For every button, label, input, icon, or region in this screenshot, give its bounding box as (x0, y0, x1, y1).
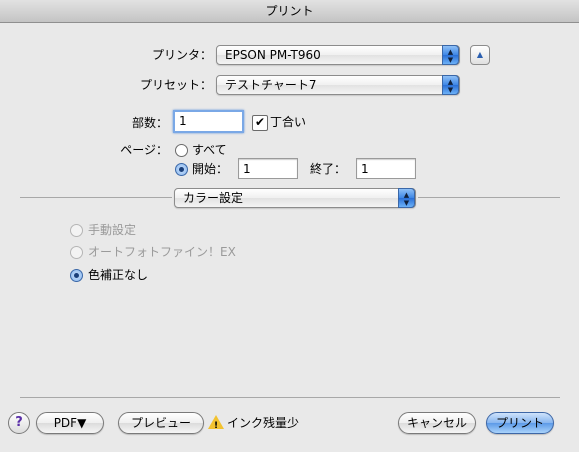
color-option-label: 手動設定 (88, 223, 137, 237)
collate-checkbox[interactable]: ✔ (252, 115, 268, 131)
popup-arrows-icon: ▲ ▼ (398, 188, 415, 208)
ink-warning-text: インク残量少 (227, 416, 300, 430)
preset-value: テストチャート7 (225, 78, 317, 92)
copies-field[interactable]: 1 (173, 110, 244, 133)
color-option-label: オートフォトファイン！EX (88, 245, 236, 259)
pages-range-radio[interactable] (175, 163, 188, 176)
color-option-radio[interactable] (70, 269, 83, 282)
pages-from-label: 開始： (192, 162, 229, 176)
warning-icon: ! (208, 415, 224, 431)
preset-label: プリセット： (139, 78, 212, 92)
pdf-button[interactable]: PDF▼ (36, 412, 104, 434)
collate-label: 丁合い (270, 115, 307, 129)
cancel-button[interactable]: キャンセル (398, 412, 476, 434)
preview-button[interactable]: プレビュー (118, 412, 204, 434)
preset-popup[interactable]: テストチャート7 ▲ ▼ (216, 75, 460, 95)
print-dialog: プリント プリンタ： EPSON PM-T960 ▲ ▼ ▲ プリセット： テスト… (0, 0, 579, 452)
panel-value: カラー設定 (183, 191, 244, 205)
pages-to-field[interactable]: 1 (356, 158, 416, 179)
color-option-radio[interactable] (70, 224, 83, 237)
help-button[interactable]: ? (8, 412, 30, 434)
popup-arrows-icon: ▲ ▼ (442, 45, 459, 65)
printer-label: プリンタ： (151, 48, 212, 62)
printer-value: EPSON PM-T960 (225, 48, 321, 62)
printer-popup[interactable]: EPSON PM-T960 ▲ ▼ (216, 45, 460, 65)
window-title: プリント (0, 0, 579, 23)
popup-arrows-icon: ▲ ▼ (442, 75, 459, 95)
pages-from-field[interactable]: 1 (238, 158, 298, 179)
divider-right (418, 197, 560, 198)
color-option-radio[interactable] (70, 246, 83, 259)
pages-all-label: すべて (192, 143, 227, 157)
pages-to-label: 終了： (310, 162, 347, 176)
pages-all-radio[interactable] (175, 144, 188, 157)
copies-label: 部数： (131, 116, 168, 130)
disclosure-triangle-button[interactable]: ▲ (470, 45, 490, 65)
color-option-label: 色補正なし (88, 268, 149, 282)
print-button[interactable]: プリント (486, 412, 554, 434)
ink-warning: ! インク残量少 (208, 414, 299, 432)
footer-divider (20, 397, 560, 398)
panel-popup[interactable]: カラー設定 ▲ ▼ (174, 188, 416, 208)
divider-left (20, 197, 172, 198)
pages-label: ページ： (120, 143, 168, 157)
